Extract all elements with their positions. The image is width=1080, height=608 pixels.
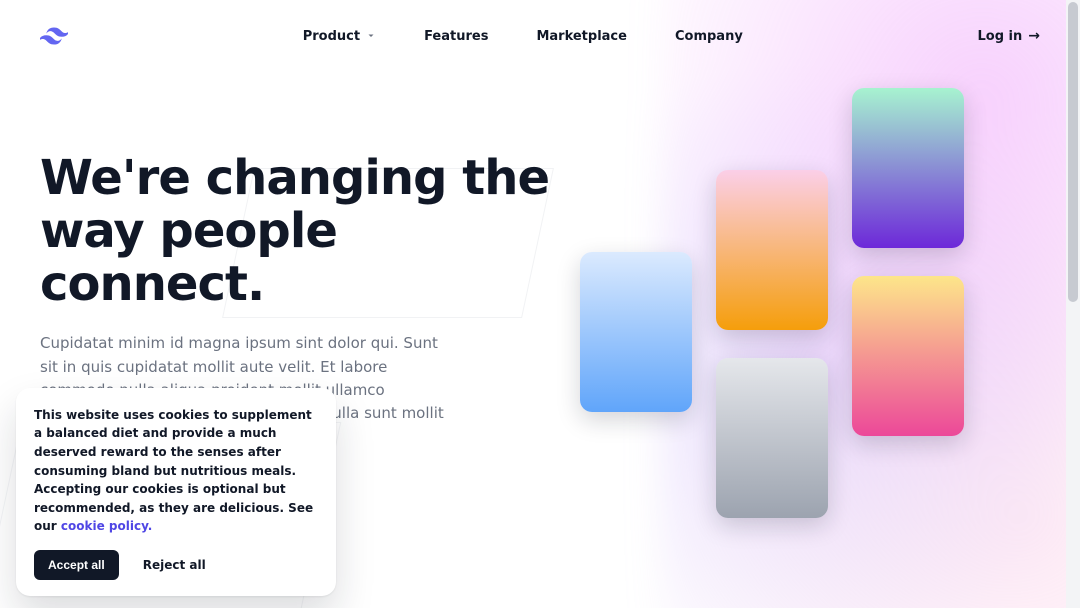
nav-item-product[interactable]: Product — [303, 29, 376, 44]
cookie-actions: Accept all Reject all — [34, 550, 318, 580]
collage-tile — [852, 276, 964, 436]
primary-nav: Product Features Marketplace Company — [68, 29, 978, 44]
collage-tile — [580, 252, 692, 412]
collage-tile — [852, 88, 964, 248]
hero-headline: We're changing the way people connect. — [40, 152, 560, 310]
nav-item-features[interactable]: Features — [424, 29, 488, 44]
cookie-banner: This website uses cookies to supplement … — [16, 388, 336, 596]
nav-item-label: Marketplace — [536, 29, 627, 44]
login-label: Log in — [978, 29, 1023, 44]
nav-item-label: Product — [303, 29, 360, 44]
nav-item-company[interactable]: Company — [675, 29, 743, 44]
accept-all-button[interactable]: Accept all — [34, 550, 119, 580]
reject-all-button[interactable]: Reject all — [143, 556, 206, 575]
collage-tile — [716, 170, 828, 330]
cookie-text-prefix: This website uses cookies to supplement … — [34, 408, 313, 534]
logo-icon — [40, 26, 68, 46]
cookie-policy-link[interactable]: cookie policy. — [61, 519, 152, 533]
image-collage — [540, 52, 1060, 608]
login-link[interactable]: Log in → — [978, 28, 1041, 44]
arrow-right-icon: → — [1028, 28, 1040, 44]
chevron-down-icon — [366, 31, 376, 41]
cookie-text: This website uses cookies to supplement … — [34, 406, 318, 536]
nav-item-label: Company — [675, 29, 743, 44]
collage-tile — [716, 358, 828, 518]
nav-item-label: Features — [424, 29, 488, 44]
nav-item-marketplace[interactable]: Marketplace — [536, 29, 627, 44]
logo[interactable] — [40, 26, 68, 46]
